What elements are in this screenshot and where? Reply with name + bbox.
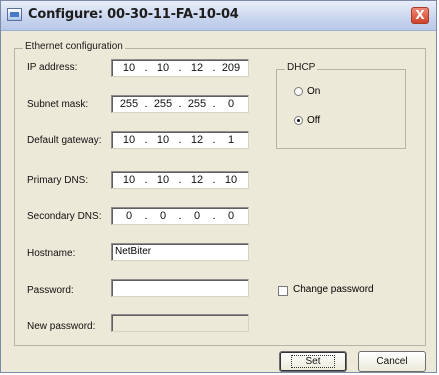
octet-separator: . — [212, 62, 216, 74]
secondary-dns-octet-1[interactable]: 0 — [116, 210, 142, 222]
octet-separator: . — [144, 98, 148, 110]
ip-octet-1[interactable]: 10 — [116, 62, 142, 74]
primary-dns-label: Primary DNS: — [27, 175, 89, 186]
dhcp-off-label: Off — [307, 115, 321, 126]
ip-octet-4[interactable]: 209 — [218, 62, 244, 74]
primary-dns-octet-4[interactable]: 10 — [218, 174, 244, 186]
change-password-label[interactable]: Change password — [293, 284, 374, 295]
primary-dns-field[interactable]: 10 . 10 . 12 . 10 — [111, 171, 249, 189]
dhcp-off-option[interactable]: Off — [294, 115, 320, 126]
window-title: Configure: 00-30-11-FA-10-04 — [28, 7, 239, 22]
password-label: Password: — [27, 285, 74, 296]
cancel-button[interactable]: Cancel — [358, 351, 426, 372]
title-bar[interactable]: Configure: 00-30-11-FA-10-04 X — [1, 1, 436, 31]
new-password-label: New password: — [27, 321, 96, 332]
octet-separator: . — [178, 210, 182, 222]
primary-dns-octet-3[interactable]: 12 — [184, 174, 210, 186]
dhcp-off-radio[interactable] — [294, 116, 303, 125]
set-button[interactable]: Set — [279, 351, 347, 372]
gateway-octet-1[interactable]: 10 — [116, 134, 142, 146]
default-gateway-label: Default gateway: — [27, 135, 102, 146]
octet-separator: . — [212, 134, 216, 146]
ip-octet-2[interactable]: 10 — [150, 62, 176, 74]
dhcp-group-label: DHCP — [285, 62, 318, 73]
octet-separator: . — [144, 134, 148, 146]
secondary-dns-field[interactable]: 0 . 0 . 0 . 0 — [111, 207, 249, 225]
window-app-icon — [7, 8, 22, 21]
dhcp-on-option[interactable]: On — [294, 86, 320, 97]
octet-separator: . — [212, 174, 216, 186]
dhcp-group — [276, 69, 406, 149]
secondary-dns-octet-3[interactable]: 0 — [184, 210, 210, 222]
octet-separator: . — [144, 174, 148, 186]
subnet-octet-2[interactable]: 255 — [150, 98, 176, 110]
ethernet-config-group-label: Ethernet configuration — [23, 41, 125, 52]
subnet-octet-3[interactable]: 255 — [184, 98, 210, 110]
ip-address-label: IP address: — [27, 62, 78, 73]
dhcp-on-label: On — [307, 86, 321, 97]
octet-separator: . — [212, 98, 216, 110]
configure-dialog: Configure: 00-30-11-FA-10-04 X Ethernet … — [0, 0, 437, 373]
hostname-label: Hostname: — [27, 248, 76, 259]
change-password-checkbox[interactable] — [278, 286, 288, 296]
gateway-octet-3[interactable]: 12 — [184, 134, 210, 146]
subnet-octet-4[interactable]: 0 — [218, 98, 244, 110]
secondary-dns-octet-2[interactable]: 0 — [150, 210, 176, 222]
primary-dns-octet-2[interactable]: 10 — [150, 174, 176, 186]
secondary-dns-octet-4[interactable]: 0 — [218, 210, 244, 222]
octet-separator: . — [144, 62, 148, 74]
new-password-input — [111, 314, 249, 332]
subnet-octet-1[interactable]: 255 — [116, 98, 142, 110]
ip-octet-3[interactable]: 12 — [184, 62, 210, 74]
gateway-octet-2[interactable]: 10 — [150, 134, 176, 146]
octet-separator: . — [178, 134, 182, 146]
default-gateway-field[interactable]: 10 . 10 . 12 . 1 — [111, 131, 249, 149]
subnet-mask-field[interactable]: 255 . 255 . 255 . 0 — [111, 95, 249, 113]
hostname-input[interactable]: NetBiter — [111, 243, 249, 261]
primary-dns-octet-1[interactable]: 10 — [116, 174, 142, 186]
octet-separator: . — [178, 62, 182, 74]
octet-separator: . — [144, 210, 148, 222]
octet-separator: . — [178, 98, 182, 110]
close-button[interactable]: X — [411, 7, 429, 24]
secondary-dns-label: Secondary DNS: — [27, 211, 102, 222]
password-input[interactable] — [111, 279, 249, 297]
dhcp-on-radio[interactable] — [294, 87, 303, 96]
ip-address-field[interactable]: 10 . 10 . 12 . 209 — [111, 59, 249, 77]
octet-separator: . — [178, 174, 182, 186]
set-button-label: Set — [291, 355, 335, 368]
gateway-octet-4[interactable]: 1 — [218, 134, 244, 146]
subnet-mask-label: Subnet mask: — [27, 99, 89, 110]
octet-separator: . — [212, 210, 216, 222]
